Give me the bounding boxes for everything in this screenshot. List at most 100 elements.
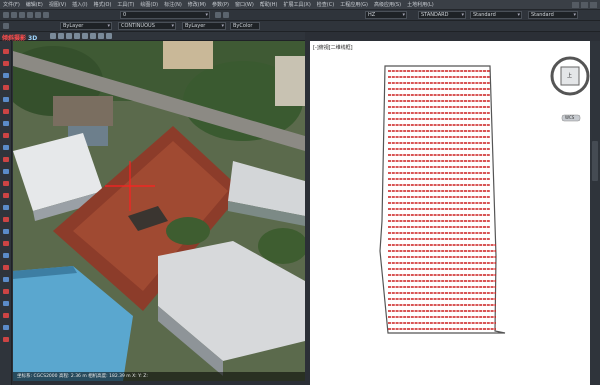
menu-item[interactable]: 参数(P) [209, 1, 232, 8]
restore-icon[interactable] [581, 1, 588, 8]
color-combo-value: ByLayer [63, 23, 84, 29]
hatch-tool-icon[interactable] [3, 145, 9, 150]
chevron-down-icon: ▾ [107, 23, 110, 29]
layer-combo-value: 0 [123, 12, 127, 18]
scale-tool-icon[interactable] [3, 229, 9, 234]
measure-icon[interactable] [74, 33, 80, 39]
text-tool-icon[interactable] [3, 181, 9, 186]
extend-tool-icon[interactable] [3, 253, 9, 258]
dim-style-combo[interactable]: Standard ▾ [470, 11, 522, 19]
capture-icon[interactable] [98, 33, 104, 39]
dim-style-value: Standard [473, 12, 496, 18]
offset-tool-icon[interactable] [3, 265, 9, 270]
cad-drawing-area[interactable]: [-]俯视[二维线框] 上 WCS [310, 41, 590, 385]
chevron-down-icon: ▾ [205, 12, 208, 18]
text-style-value: STANDARD [421, 12, 449, 18]
arc-tool-icon[interactable] [3, 85, 9, 90]
menu-item[interactable]: 修改(M) [185, 1, 209, 8]
minimize-icon[interactable] [572, 1, 579, 8]
stretch-tool-icon[interactable] [3, 325, 9, 330]
block-tool-icon[interactable] [3, 157, 9, 162]
chevron-down-icon: ▾ [402, 12, 405, 18]
ucs-label[interactable]: WCS [565, 115, 574, 120]
rotate-tool-icon[interactable] [3, 217, 9, 222]
explode-tool-icon[interactable] [3, 313, 9, 318]
spline-tool-icon[interactable] [3, 121, 9, 126]
viewer-status-text: 坐标系: CGCS2000 高程: 2.36 m 相机高度: 182.39 m … [17, 374, 148, 379]
right-palette-strip [590, 41, 600, 385]
mirror-tool-icon[interactable] [3, 277, 9, 282]
aerial-scene [13, 41, 305, 381]
rotate-icon[interactable] [50, 33, 56, 39]
menu-item[interactable]: 视图(V) [46, 1, 69, 8]
menu-item[interactable]: 编辑(E) [23, 1, 46, 8]
copy-tool-icon[interactable] [3, 205, 9, 210]
print-icon[interactable] [27, 12, 33, 18]
plotstyle-combo-value: ByColor [233, 23, 253, 29]
drawn-lines [388, 70, 496, 330]
new-file-icon[interactable] [3, 12, 9, 18]
open-file-icon[interactable] [11, 12, 17, 18]
chevron-down-icon: ▾ [517, 12, 520, 18]
layer-state-icon[interactable] [215, 12, 221, 18]
menu-item[interactable]: 高级应用(S) [371, 1, 404, 8]
close-icon[interactable] [590, 1, 597, 8]
layer-combo[interactable]: 0 ▾ [120, 11, 210, 19]
point-tool-icon[interactable] [3, 169, 9, 174]
window-controls [572, 1, 600, 8]
menu-item[interactable]: 文件(F) [0, 1, 23, 8]
oblique-3d-viewport[interactable]: 坐标系: CGCS2000 高程: 2.36 m 相机高度: 182.39 m … [13, 41, 305, 381]
erase-tool-icon[interactable] [3, 337, 9, 342]
menu-item[interactable]: 插入(I) [69, 1, 90, 8]
menu-item[interactable]: 土地利用(L) [404, 1, 437, 8]
ellipse-tool-icon[interactable] [3, 133, 9, 138]
redo-icon[interactable] [43, 12, 49, 18]
pan-icon[interactable] [58, 33, 64, 39]
color-combo[interactable]: ByLayer ▾ [60, 22, 112, 30]
zoom-icon[interactable] [66, 33, 72, 39]
menu-item[interactable]: 工具(T) [114, 1, 137, 8]
text-style-combo[interactable]: STANDARD ▾ [418, 11, 466, 19]
properties-toolbar: ByLayer ▾ CONTINUOUS ▾ ByLayer ▾ ByColor [0, 21, 600, 32]
palette-tab[interactable] [592, 141, 598, 181]
lineweight-combo-value: ByLayer [185, 23, 206, 29]
menu-item[interactable]: 格式(O) [91, 1, 115, 8]
polyline-tool-icon[interactable] [3, 61, 9, 66]
settings-icon[interactable] [106, 33, 112, 39]
drawing-canvas [379, 56, 590, 334]
menu-item[interactable]: 帮助(H) [257, 1, 281, 8]
save-icon[interactable] [19, 12, 25, 18]
draw-toolbar [0, 41, 12, 385]
scale-combo[interactable]: HZ ▾ [365, 11, 407, 19]
trim-tool-icon[interactable] [3, 241, 9, 246]
area-icon[interactable] [90, 33, 96, 39]
linetype-combo-value: CONTINUOUS [121, 23, 155, 29]
menu-item[interactable]: 绘图(D) [137, 1, 161, 8]
polyline-icon[interactable] [82, 33, 88, 39]
fillet-tool-icon[interactable] [3, 289, 9, 294]
array-tool-icon[interactable] [3, 301, 9, 306]
lineweight-combo[interactable]: ByLayer ▾ [182, 22, 226, 30]
chevron-down-icon: ▾ [461, 12, 464, 18]
polygon-tool-icon[interactable] [3, 109, 9, 114]
chevron-down-icon: ▾ [171, 23, 174, 29]
scale-combo-value: HZ [368, 12, 376, 18]
line-tool-icon[interactable] [3, 49, 9, 54]
layer-previous-icon[interactable] [223, 12, 229, 18]
plotstyle-combo[interactable]: ByColor [230, 22, 260, 30]
rectangle-tool-icon[interactable] [3, 97, 9, 102]
table-style-combo[interactable]: Standard ▾ [528, 11, 578, 19]
compass-label[interactable]: 上 [567, 72, 572, 79]
menu-bar: 文件(F) 编辑(E) 视图(V) 插入(I) 格式(O) 工具(T) 绘图(D) 标注(N)… [0, 0, 600, 10]
menu-item[interactable]: 扩展工具(X) [280, 1, 313, 8]
menu-item[interactable]: 窗口(W) [232, 1, 257, 8]
menu-item[interactable]: 检查(C) [314, 1, 337, 8]
move-tool-icon[interactable] [3, 193, 9, 198]
linetype-combo[interactable]: CONTINUOUS ▾ [118, 22, 176, 30]
menu-item[interactable]: 工程应用(G) [337, 1, 371, 8]
main-toolbar: 0 ▾ HZ ▾ STANDARD ▾ Standard ▾ Standard ▾ [0, 10, 600, 21]
circle-tool-icon[interactable] [3, 73, 9, 78]
undo-icon[interactable] [35, 12, 41, 18]
layer-manager-icon[interactable] [3, 23, 9, 29]
menu-item[interactable]: 标注(N) [161, 1, 185, 8]
